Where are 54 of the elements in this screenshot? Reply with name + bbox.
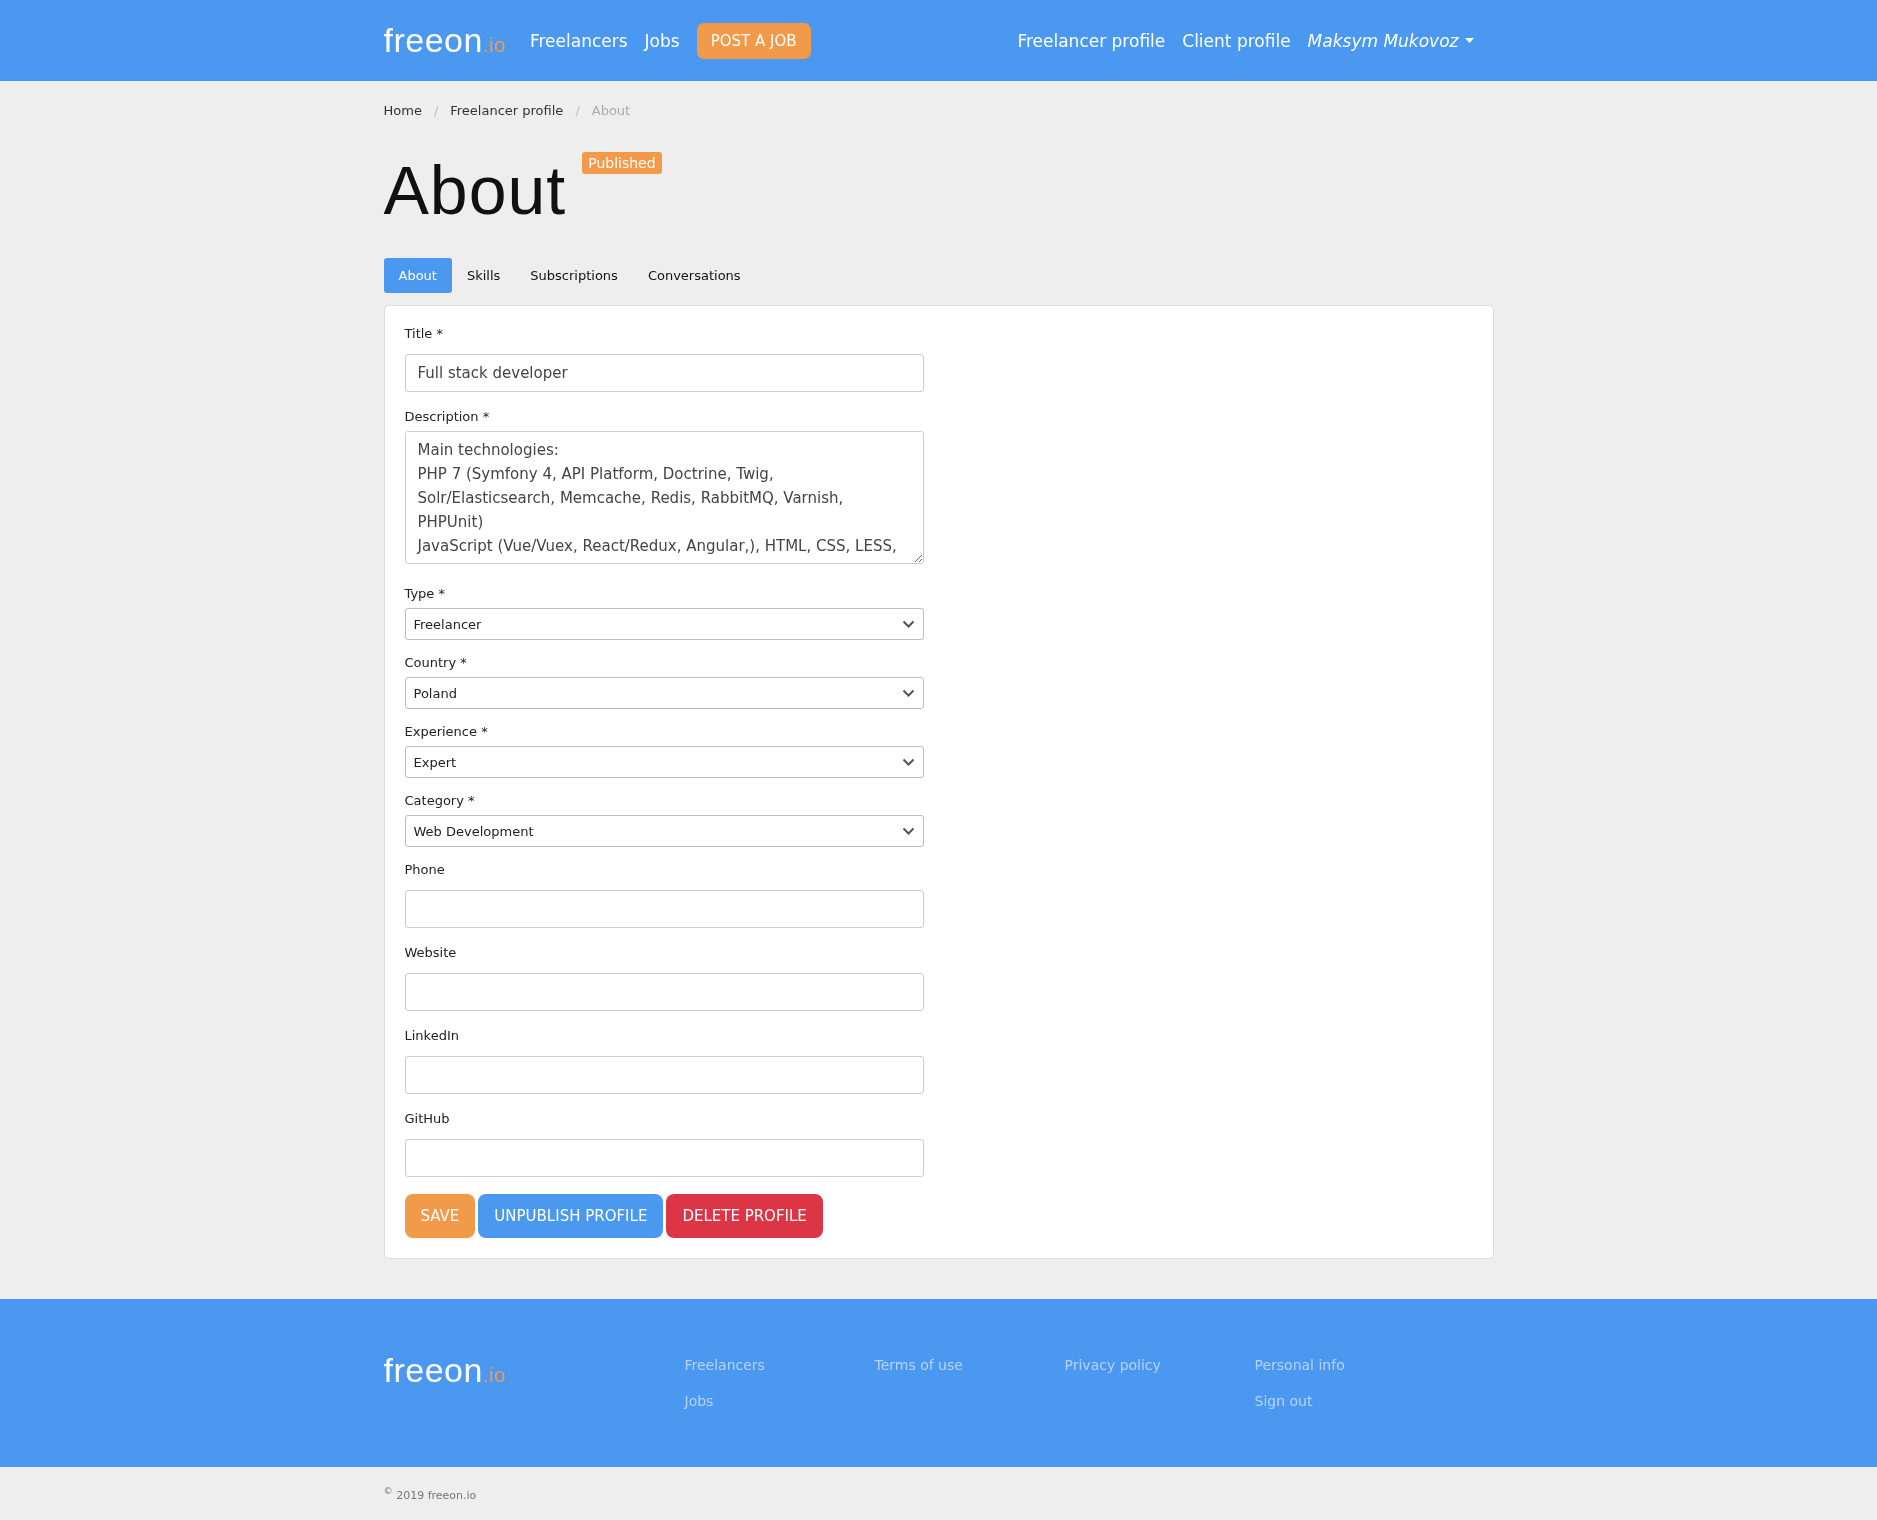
chevron-down-icon	[901, 688, 915, 698]
field-label: Type *	[404, 586, 446, 602]
user-menu[interactable]: Maksym Mukovoz	[1307, 30, 1474, 51]
chevron-down-icon	[901, 757, 915, 767]
footer-link[interactable]: Terms of use	[874, 1357, 1065, 1373]
field-label: Phone	[404, 862, 446, 878]
input-field[interactable]	[404, 890, 924, 928]
post-job-button[interactable]: POST A JOB	[696, 22, 811, 59]
field-label: Website	[404, 945, 458, 961]
chevron-down-icon	[901, 826, 915, 836]
footer-link[interactable]: Personal info	[1254, 1357, 1445, 1373]
select-field[interactable]: Poland	[404, 677, 924, 709]
action-button[interactable]: DELETE PROFILE	[666, 1194, 823, 1238]
footer-link[interactable]: Sign out	[1254, 1393, 1445, 1409]
copyright: $^{©}$ 2019 freeon.io	[383, 1484, 478, 1504]
footer-link[interactable]: Privacy policy	[1064, 1357, 1255, 1373]
select-field[interactable]: Expert	[404, 746, 924, 778]
input-field[interactable]	[404, 973, 924, 1011]
page-title: About	[383, 156, 567, 224]
tab[interactable]: Conversations	[632, 258, 756, 293]
action-button[interactable]: SAVE	[404, 1194, 476, 1238]
nav-link[interactable]: Freelancer profile	[1017, 30, 1166, 51]
footer-link[interactable]: Jobs	[684, 1393, 875, 1409]
field-label: Country *	[404, 655, 468, 671]
input-field[interactable]: Full stack developer	[404, 354, 924, 392]
breadcrumb-current: About	[591, 103, 631, 118]
nav-link[interactable]: Jobs	[644, 30, 680, 51]
action-button[interactable]: UNPUBLISH PROFILE	[478, 1194, 664, 1238]
tab[interactable]: Skills	[451, 258, 516, 293]
breadcrumb-link[interactable]: Freelancer profile	[450, 103, 564, 118]
tab[interactable]: About	[383, 258, 452, 293]
tab[interactable]: Subscriptions	[515, 258, 633, 293]
status-badge: Published	[582, 152, 662, 174]
breadcrumb-separator: /	[575, 103, 580, 118]
field-label: Experience *	[404, 724, 489, 740]
input-field[interactable]	[404, 1139, 924, 1177]
description-field[interactable]: Main technologies: PHP 7 (Symfony 4, API Platform, Doctrine, Twig, Solr/Elasticsearch, Memcache, Redis, RabbitMQ, Varnish, PHPUnit) JavaScript (Vue/Vuex, React/Redux, Angular,), HTML, CSS, LESS,	[404, 431, 924, 564]
field-label: Category *	[404, 793, 476, 809]
input-field[interactable]	[404, 1056, 924, 1094]
field-label: Title *	[404, 326, 444, 342]
select-field[interactable]: Freelancer	[404, 608, 924, 640]
nav-link[interactable]: Freelancers	[529, 30, 628, 51]
logo[interactable]: freeon.io	[383, 1351, 506, 1389]
field-label: GitHub	[404, 1111, 451, 1127]
nav-link[interactable]: Client profile	[1182, 30, 1291, 51]
logo[interactable]: freeon.io	[383, 21, 506, 60]
caret-icon	[1464, 38, 1474, 43]
select-field[interactable]: Web Development	[404, 815, 924, 847]
footer-link[interactable]: Freelancers	[684, 1357, 875, 1373]
chevron-down-icon	[901, 619, 915, 629]
breadcrumb-link[interactable]: Home	[383, 103, 422, 118]
field-label: LinkedIn	[404, 1028, 460, 1044]
field-label: Description *	[404, 409, 491, 425]
breadcrumb-separator: /	[433, 103, 439, 118]
